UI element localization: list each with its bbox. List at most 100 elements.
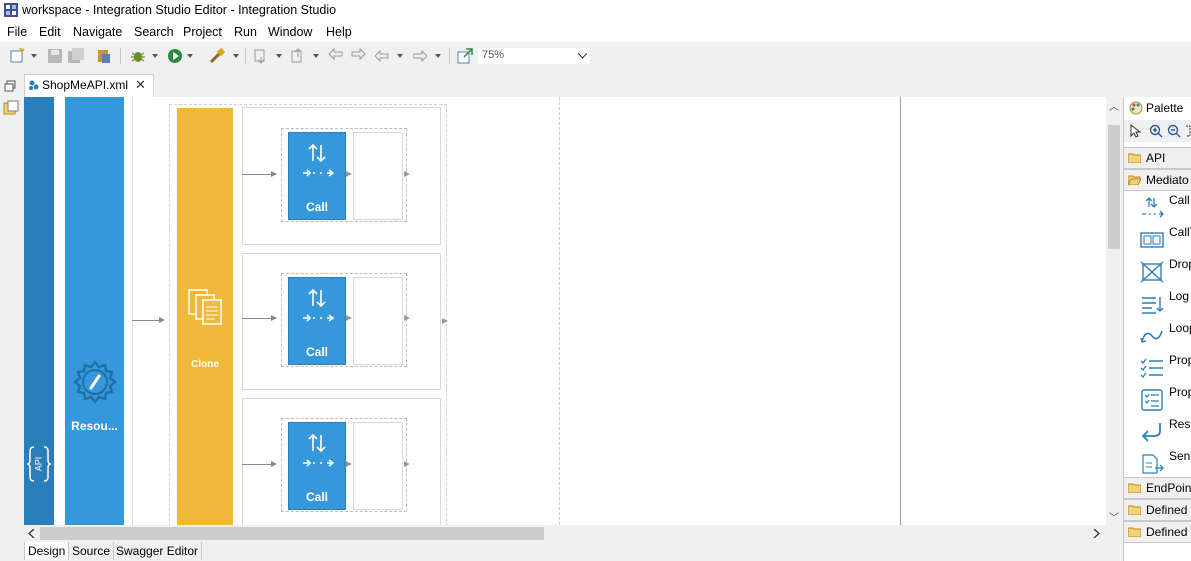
menu-navigate[interactable]: Navigate (73, 25, 122, 39)
zoom-in-icon[interactable] (1149, 124, 1163, 138)
next-annotation-icon[interactable] (253, 48, 269, 64)
select-tool-icon[interactable] (1130, 124, 1142, 138)
scroll-left-icon[interactable] (28, 529, 35, 538)
palette-entry-property[interactable]: Prop (1124, 351, 1191, 383)
menu-bar: File Edit Navigate Search Project Run Wi… (0, 22, 1191, 42)
folder-icon (1128, 153, 1141, 163)
palette-entry-loopback[interactable]: Loop (1124, 319, 1191, 351)
new-icon[interactable] (9, 48, 25, 64)
horizontal-scroll-thumb[interactable] (40, 527, 544, 540)
clone-label: Clone (191, 359, 219, 370)
menu-help[interactable]: Help (326, 25, 352, 39)
resource-gear-icon (72, 359, 118, 405)
arrow-head-icon (346, 171, 352, 177)
menu-run[interactable]: Run (234, 25, 257, 39)
database-icon[interactable] (96, 48, 112, 64)
menu-file[interactable]: File (7, 25, 27, 39)
horizontal-scrollbar[interactable] (24, 525, 1106, 542)
menu-project[interactable]: Project (183, 25, 222, 39)
palette-drawer-label: EndPoin (1146, 481, 1191, 495)
external-tools-icon[interactable] (209, 48, 225, 64)
palette-drawer-mediators[interactable]: Mediato (1124, 169, 1191, 191)
arrow-head-icon (404, 315, 410, 321)
call-mediator[interactable]: Call (288, 277, 346, 365)
arrow-head-icon (159, 317, 165, 323)
previous-annotation-dropdown-icon[interactable] (313, 54, 319, 58)
save-icon[interactable] (47, 48, 63, 64)
forward-icon[interactable] (412, 48, 428, 64)
resource-band[interactable]: Resou... (65, 97, 124, 525)
palette-drawer-defined-1[interactable]: Defined (1124, 499, 1191, 521)
toolbar-separator (449, 48, 450, 64)
palette-entry-log[interactable]: Log (1124, 287, 1191, 319)
scroll-up-icon[interactable]: ︿ (1109, 98, 1119, 113)
project-explorer-icon[interactable] (3, 100, 19, 116)
palette-drawer-defined-2[interactable]: Defined (1124, 521, 1191, 543)
external-tools-dropdown-icon[interactable] (233, 54, 239, 58)
clone-icon (188, 289, 222, 325)
palette-entry-label: Prop (1169, 385, 1191, 399)
design-canvas[interactable]: API Resou... Clone Call Call Call (24, 97, 1106, 525)
title-bar: workspace - Integration Studio Editor - … (0, 0, 1191, 22)
toolbar-separator (245, 48, 246, 64)
new-dropdown-icon[interactable] (31, 54, 37, 58)
debug-icon[interactable] (130, 48, 146, 64)
call-mediator[interactable]: Call (288, 132, 346, 220)
svg-text:API: API (33, 457, 43, 472)
flow-arrow (242, 464, 272, 465)
palette-entry-calltemplate[interactable]: CallT (1124, 223, 1191, 255)
restore-icon[interactable] (4, 80, 16, 92)
menu-edit[interactable]: Edit (39, 25, 61, 39)
edit-location-forward-icon[interactable] (350, 48, 366, 64)
previous-annotation-icon[interactable] (290, 48, 306, 64)
palette-entry-respond[interactable]: Resp (1124, 415, 1191, 447)
scroll-right-icon[interactable] (1093, 529, 1100, 538)
flow-arrow (132, 320, 160, 321)
palette-entry-call[interactable]: Call (1124, 191, 1191, 223)
tab-design[interactable]: Design (24, 542, 70, 560)
folder-icon (1128, 483, 1141, 493)
vertical-scrollbar[interactable]: ︿ ﹀ (1106, 97, 1122, 525)
palette-entry-propertygroup[interactable]: Prop (1124, 383, 1191, 415)
debug-dropdown-icon[interactable] (152, 54, 158, 58)
run-dropdown-icon[interactable] (187, 54, 193, 58)
resource-label: Resou... (71, 419, 118, 433)
palette-drawer-api[interactable]: API (1124, 147, 1191, 169)
zoom-value: 75% (482, 49, 505, 61)
chevron-down-icon[interactable] (578, 53, 587, 59)
back-dropdown-icon[interactable] (397, 54, 403, 58)
empty-sequence-slot[interactable] (353, 132, 403, 220)
export-diagram-icon[interactable] (457, 48, 473, 64)
clone-mediator[interactable]: Clone (177, 108, 233, 525)
empty-sequence-slot[interactable] (353, 422, 403, 510)
palette-entry-drop[interactable]: Drop (1124, 255, 1191, 287)
palette-entry-label: Send (1169, 449, 1191, 463)
palette-drawer-endpoints[interactable]: EndPoin (1124, 477, 1191, 499)
call-label: Call (305, 200, 328, 214)
empty-sequence-slot[interactable] (353, 277, 403, 365)
back-icon[interactable] (374, 48, 390, 64)
zoom-out-icon[interactable] (1167, 124, 1181, 138)
palette-entry-label: Prop (1169, 353, 1191, 367)
close-icon[interactable]: ✕ (135, 77, 146, 93)
zoom-combo[interactable]: 75% (478, 48, 590, 64)
save-all-icon[interactable] (68, 48, 84, 64)
call-mediator[interactable]: Call (288, 422, 346, 510)
run-icon[interactable] (167, 48, 183, 64)
arrow-head-icon (271, 171, 277, 177)
tab-source[interactable]: Source (69, 542, 115, 560)
palette-entry-label: Drop (1169, 257, 1191, 271)
toolbar-separator (120, 48, 121, 64)
marquee-tool-icon[interactable] (1185, 124, 1191, 138)
palette-entry-send[interactable]: Send (1124, 447, 1191, 479)
vertical-scroll-thumb[interactable] (1108, 125, 1120, 249)
menu-window[interactable]: Window (268, 25, 312, 39)
next-annotation-dropdown-icon[interactable] (276, 54, 282, 58)
forward-dropdown-icon[interactable] (435, 54, 441, 58)
scroll-down-icon[interactable]: ﹀ (1109, 509, 1119, 524)
editor-tab-row (22, 70, 1122, 96)
last-edit-location-icon[interactable] (328, 48, 344, 64)
menu-search[interactable]: Search (134, 25, 174, 39)
tab-swagger-editor[interactable]: Swagger Editor (113, 542, 203, 560)
editor-tab[interactable]: ShopMeAPI.xml ✕ (24, 74, 154, 97)
